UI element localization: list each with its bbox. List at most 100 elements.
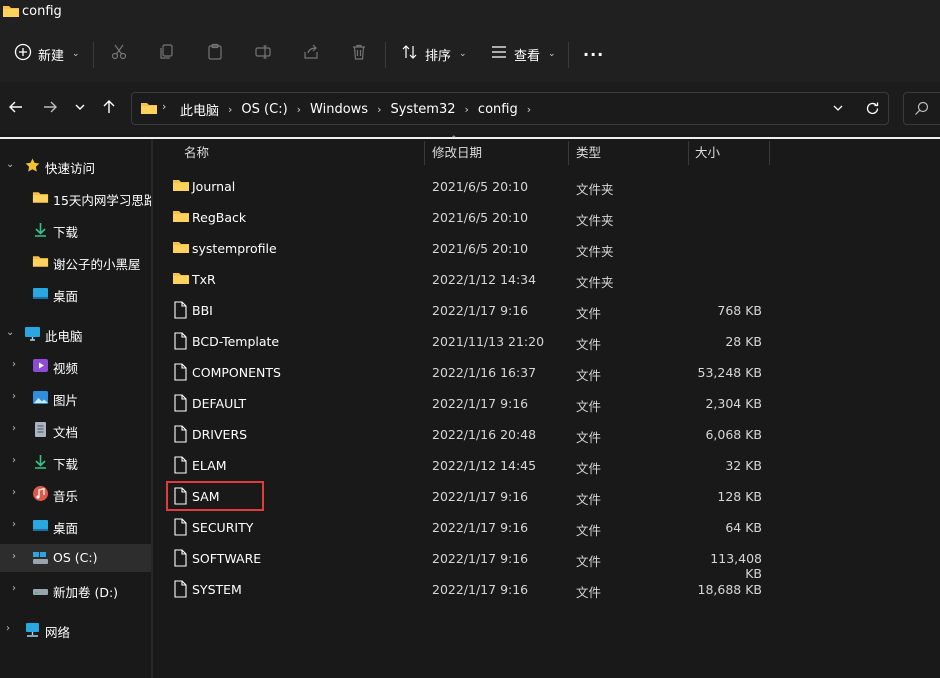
chevron-right-icon[interactable]: › bbox=[12, 391, 16, 402]
new-button[interactable]: 新建 ⌄ bbox=[14, 40, 80, 68]
file-date: 2021/11/13 21:20 bbox=[432, 334, 545, 349]
sidebar-item-drive-d[interactable]: › 新加卷 (D:) bbox=[0, 576, 151, 604]
file-icon bbox=[172, 425, 188, 446]
chevron-right-icon[interactable]: › bbox=[12, 551, 16, 562]
file-date: 2022/1/17 9:16 bbox=[432, 396, 529, 411]
file-type: 文件 bbox=[576, 399, 602, 414]
music-icon bbox=[32, 485, 49, 502]
file-row[interactable]: COMPONENTS 2022/1/16 16:37 文件 53,248 KB bbox=[153, 357, 940, 388]
address-dropdown-button[interactable] bbox=[832, 102, 844, 117]
column-header-size[interactable]: 大小 bbox=[695, 139, 720, 167]
file-row[interactable]: TxR 2022/1/12 14:34 文件夹 bbox=[153, 264, 940, 295]
breadcrumb-item[interactable]: Windows bbox=[310, 102, 368, 117]
file-date: 2021/6/5 20:10 bbox=[432, 210, 529, 225]
sidebar-item-folder[interactable]: 15天内网学习思路 bbox=[0, 184, 151, 212]
file-row[interactable]: systemprofile 2021/6/5 20:10 文件夹 bbox=[153, 233, 940, 264]
file-row[interactable]: SYSTEM 2022/1/17 9:16 文件 18,688 KB bbox=[153, 574, 940, 605]
file-icon bbox=[172, 580, 188, 601]
arrow-up-icon bbox=[101, 99, 117, 118]
command-bar: 新建 ⌄ 排序 ⌄ 查看 ⌄ ··· bbox=[0, 26, 940, 82]
file-date: 2022/1/17 9:16 bbox=[432, 303, 529, 318]
sidebar-item-videos[interactable]: › 视频 bbox=[0, 352, 151, 380]
file-row[interactable]: BCD-Template 2021/11/13 21:20 文件 28 KB bbox=[153, 326, 940, 357]
sidebar-item-downloads[interactable]: › 下载 bbox=[0, 448, 151, 476]
file-row[interactable]: BBI 2022/1/17 9:16 文件 768 KB bbox=[153, 295, 940, 326]
scissors-icon bbox=[110, 43, 128, 65]
column-header-row: ⌃ 名称 修改日期 类型 大小 bbox=[153, 135, 940, 167]
sidebar-item-this-pc[interactable]: ⌄ 此电脑 bbox=[0, 320, 151, 348]
sidebar-item-network[interactable]: › 网络 bbox=[0, 616, 151, 644]
more-button[interactable]: ··· bbox=[583, 40, 604, 68]
chevron-right-icon[interactable]: › bbox=[12, 519, 16, 530]
sidebar-item-desktop[interactable]: 桌面 bbox=[0, 280, 151, 308]
breadcrumb-item[interactable]: System32 bbox=[390, 102, 455, 117]
paste-button[interactable] bbox=[206, 40, 224, 68]
column-divider[interactable] bbox=[769, 141, 770, 165]
column-header-date[interactable]: 修改日期 bbox=[432, 139, 482, 167]
breadcrumb-item[interactable]: config bbox=[478, 102, 518, 117]
column-divider[interactable] bbox=[424, 141, 425, 165]
file-type: 文件 bbox=[576, 492, 602, 507]
column-header-name[interactable]: 名称 bbox=[184, 139, 209, 167]
chevron-right-icon[interactable]: › bbox=[527, 103, 531, 116]
up-button[interactable] bbox=[99, 98, 119, 118]
file-row[interactable]: SAM 2022/1/17 9:16 文件 128 KB bbox=[153, 481, 940, 512]
sidebar-item-label: 此电脑 bbox=[45, 329, 83, 344]
rename-button[interactable] bbox=[254, 40, 272, 68]
sidebar-item-label: 下载 bbox=[53, 225, 79, 240]
sidebar-item-folder[interactable]: 谢公子的小黑屋 bbox=[0, 248, 151, 276]
breadcrumb: 此电脑 › OS (C:) › Windows › System32 › con… bbox=[180, 100, 540, 119]
file-row[interactable]: SOFTWARE 2022/1/17 9:16 文件 113,408 KB bbox=[153, 543, 940, 581]
sidebar-item-label: 桌面 bbox=[53, 521, 79, 536]
column-divider[interactable] bbox=[688, 141, 689, 165]
drive-icon bbox=[32, 549, 49, 566]
chevron-down-icon bbox=[74, 101, 86, 116]
file-row[interactable]: SECURITY 2022/1/17 9:16 文件 64 KB bbox=[153, 512, 940, 543]
view-button[interactable]: 查看 ⌄ bbox=[490, 40, 556, 68]
share-button[interactable] bbox=[302, 40, 320, 68]
file-row[interactable]: Journal 2021/6/5 20:10 文件夹 bbox=[153, 171, 940, 202]
file-size: 64 KB bbox=[725, 520, 762, 535]
sidebar-item-desktop[interactable]: › 桌面 bbox=[0, 512, 151, 540]
more-icon: ··· bbox=[583, 44, 605, 64]
sidebar-item-documents[interactable]: › 文档 bbox=[0, 416, 151, 444]
column-header-type[interactable]: 类型 bbox=[576, 139, 601, 167]
delete-button[interactable] bbox=[350, 40, 368, 68]
sidebar-item-pictures[interactable]: › 图片 bbox=[0, 384, 151, 412]
chevron-right-icon[interactable]: › bbox=[6, 623, 10, 634]
chevron-right-icon[interactable]: › bbox=[228, 103, 232, 116]
breadcrumb-item[interactable]: OS (C:) bbox=[241, 102, 287, 117]
copy-button[interactable] bbox=[158, 40, 176, 68]
address-bar[interactable]: › 此电脑 › OS (C:) › Windows › System32 › c… bbox=[131, 92, 889, 125]
search-box[interactable] bbox=[903, 92, 940, 125]
chevron-right-icon[interactable]: › bbox=[465, 103, 469, 116]
chevron-right-icon[interactable]: › bbox=[12, 359, 16, 370]
file-row[interactable]: ELAM 2022/1/12 14:45 文件 32 KB bbox=[153, 450, 940, 481]
chevron-right-icon[interactable]: › bbox=[12, 487, 16, 498]
file-row[interactable]: RegBack 2021/6/5 20:10 文件夹 bbox=[153, 202, 940, 233]
chevron-right-icon[interactable]: › bbox=[377, 103, 381, 116]
chevron-down-icon[interactable]: ⌄ bbox=[6, 327, 14, 338]
column-divider[interactable] bbox=[568, 141, 569, 165]
sidebar-item-downloads[interactable]: 下载 bbox=[0, 216, 151, 244]
chevron-right-icon[interactable]: › bbox=[12, 423, 16, 434]
forward-button[interactable] bbox=[40, 98, 60, 118]
recent-locations-button[interactable] bbox=[70, 98, 90, 118]
sidebar-item-music[interactable]: › 音乐 bbox=[0, 480, 151, 508]
chevron-down-icon[interactable]: ⌄ bbox=[6, 159, 14, 170]
file-row[interactable]: DRIVERS 2022/1/16 20:48 文件 6,068 KB bbox=[153, 419, 940, 450]
chevron-right-icon[interactable]: › bbox=[297, 103, 301, 116]
chevron-right-icon[interactable]: › bbox=[12, 583, 16, 594]
plus-circle-icon bbox=[14, 43, 32, 65]
file-row[interactable]: DEFAULT 2022/1/17 9:16 文件 2,304 KB bbox=[153, 388, 940, 419]
sidebar-item-quick-access[interactable]: ⌄ 快速访问 bbox=[0, 152, 151, 180]
drive-icon bbox=[32, 581, 49, 598]
breadcrumb-item[interactable]: 此电脑 bbox=[180, 100, 219, 119]
refresh-button[interactable] bbox=[865, 101, 880, 119]
cut-button[interactable] bbox=[110, 40, 128, 68]
sidebar-item-drive-c[interactable]: › OS (C:) bbox=[0, 544, 151, 572]
sort-button[interactable]: 排序 ⌄ bbox=[401, 40, 467, 68]
chevron-right-icon[interactable]: › bbox=[12, 455, 16, 466]
back-button[interactable] bbox=[6, 98, 26, 118]
chevron-down-icon: ⌄ bbox=[548, 49, 556, 59]
